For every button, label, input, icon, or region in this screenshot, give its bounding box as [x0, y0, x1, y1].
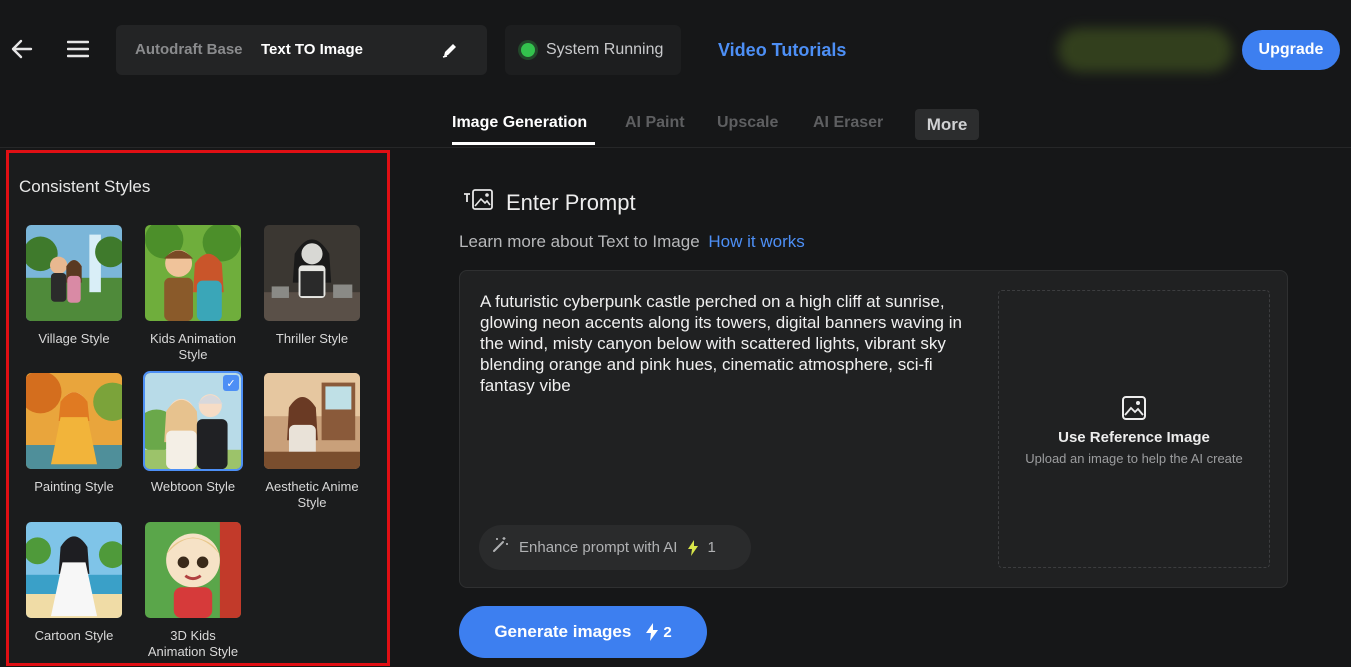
style-label: Painting Style [34, 479, 114, 494]
video-tutorials-link[interactable]: Video Tutorials [718, 40, 846, 61]
style-thumbnail [262, 223, 362, 323]
style-label: Thriller Style [275, 331, 349, 346]
top-bar: Autodraft Base Text TO Image System Runn… [0, 0, 1351, 100]
style-label: Webtoon Style [150, 479, 236, 494]
style-label: 3D Kids Animation Style [147, 628, 239, 659]
style-thumbnail [24, 520, 124, 620]
style-label: Village Style [38, 331, 110, 346]
tab-upscale[interactable]: Upscale [717, 114, 778, 132]
enhance-cost: 1 [707, 539, 716, 556]
magic-wand-icon [491, 536, 509, 559]
credits-badge [1058, 28, 1232, 72]
learn-more-text: Learn more about Text to Image [459, 232, 700, 251]
learn-more-line: Learn more about Text to Image How it wo… [459, 232, 805, 252]
style-card-webtoon[interactable]: ✓ Webtoon Style [141, 371, 245, 495]
style-card-3d-kids-animation[interactable]: 3D Kids Animation Style [141, 520, 245, 660]
reference-image-dropzone[interactable]: Use Reference Image Upload an image to h… [998, 290, 1270, 568]
style-card-thriller[interactable]: Thriller Style [260, 223, 364, 347]
consistent-styles-panel: Consistent Styles Village Style Kids Ani… [6, 150, 390, 666]
style-thumbnail [262, 371, 362, 471]
style-card-village[interactable]: Village Style [22, 223, 126, 347]
style-thumbnail [143, 520, 243, 620]
style-card-painting[interactable]: Painting Style [22, 371, 126, 495]
prompt-heading-text: Enter Prompt [506, 190, 636, 215]
text-image-icon [462, 188, 494, 219]
status-dot-icon [521, 43, 535, 57]
tab-ai-eraser[interactable]: AI Eraser [813, 114, 883, 132]
reference-subtitle: Upload an image to help the AI create [1025, 451, 1243, 466]
tab-image-generation[interactable]: Image Generation [452, 114, 587, 132]
style-thumbnail [24, 371, 124, 471]
style-thumbnail: ✓ [143, 371, 243, 471]
upgrade-button[interactable]: Upgrade [1242, 30, 1340, 70]
image-icon [1121, 395, 1147, 421]
active-tab-indicator [452, 142, 595, 145]
hamburger-menu-icon[interactable] [64, 34, 92, 64]
selected-check-icon: ✓ [223, 375, 239, 391]
breadcrumb-current: Text TO Image [261, 41, 363, 58]
style-card-kids-animation[interactable]: Kids Animation Style [141, 223, 245, 363]
status-text: System Running [546, 41, 664, 58]
prompt-heading: Enter Prompt [462, 188, 636, 218]
pencil-edit-icon[interactable] [438, 38, 462, 62]
enhance-label: Enhance prompt with AI [519, 539, 678, 556]
tab-ai-paint[interactable]: AI Paint [625, 114, 685, 132]
panel-title: Consistent Styles [19, 177, 151, 196]
style-label: Aesthetic Anime Style [265, 479, 359, 510]
style-label: Cartoon Style [34, 628, 114, 643]
generate-images-button[interactable]: Generate images 2 [459, 606, 707, 658]
prompt-box: A futuristic cyberpunk castle perched on… [459, 270, 1288, 588]
generate-cost: 2 [663, 623, 672, 641]
style-card-cartoon[interactable]: Cartoon Style [22, 520, 126, 644]
system-status: System Running [505, 25, 681, 75]
lightning-icon [687, 539, 699, 556]
reference-title: Use Reference Image [1058, 429, 1210, 446]
how-it-works-link[interactable]: How it works [708, 232, 804, 251]
prompt-textarea[interactable]: A futuristic cyberpunk castle perched on… [480, 291, 985, 396]
lightning-icon [645, 623, 659, 641]
style-label: Kids Animation Style [150, 331, 236, 362]
back-arrow-icon[interactable] [8, 34, 36, 64]
style-thumbnail [24, 223, 124, 323]
enhance-prompt-button[interactable]: Enhance prompt with AI 1 [479, 525, 751, 570]
generate-label: Generate images [494, 622, 632, 641]
style-card-aesthetic-anime[interactable]: Aesthetic Anime Style [260, 371, 364, 511]
tab-more[interactable]: More [915, 109, 979, 140]
style-thumbnail [143, 223, 243, 323]
breadcrumb: Autodraft Base Text TO Image [116, 25, 487, 75]
breadcrumb-base[interactable]: Autodraft Base [135, 41, 243, 58]
tool-tabs: Image Generation AI Paint Upscale AI Era… [0, 100, 1351, 148]
